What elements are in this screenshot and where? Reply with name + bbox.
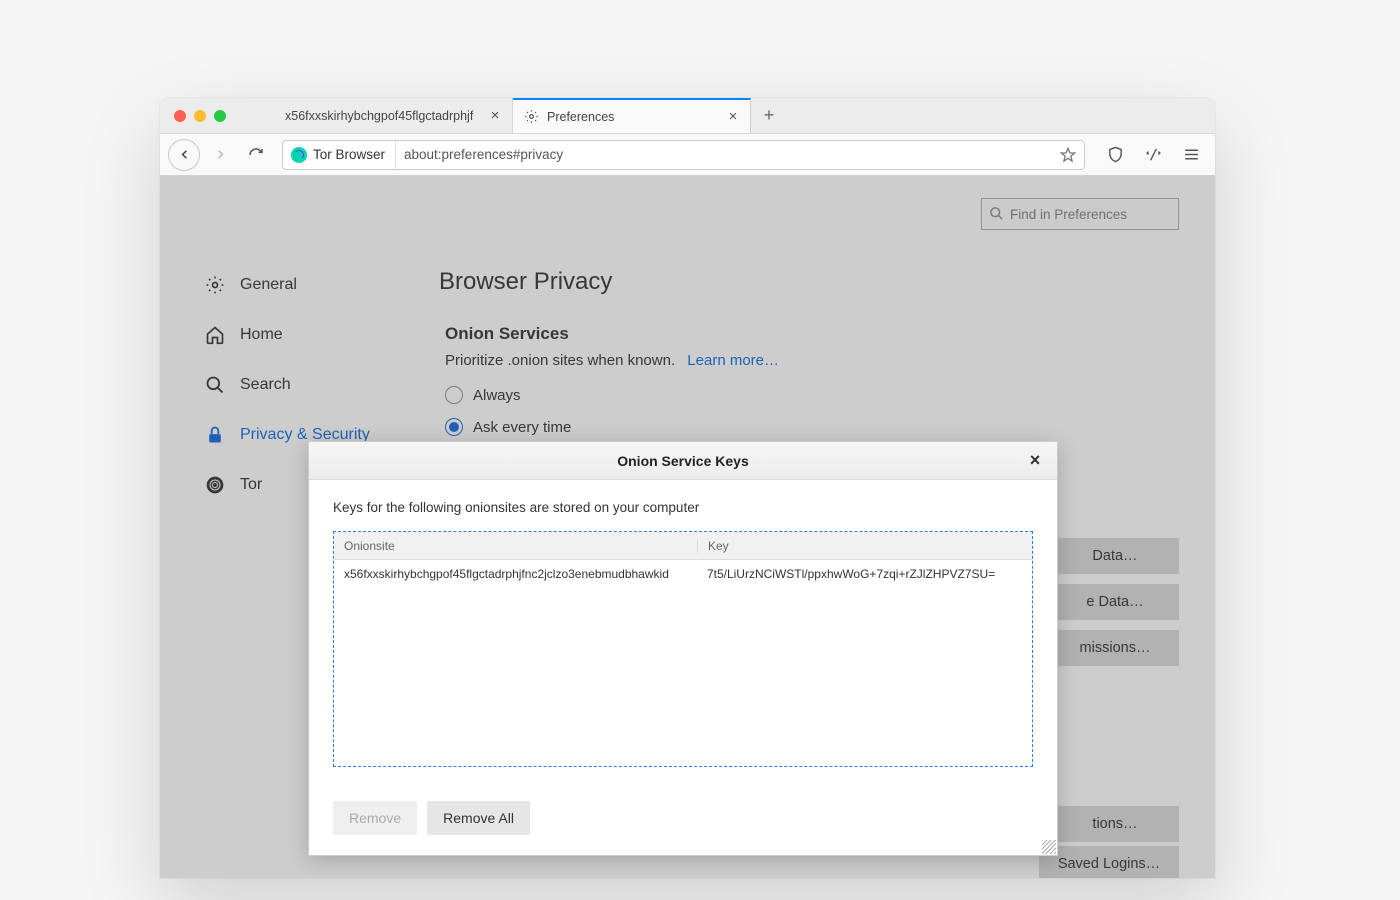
tor-onion-icon (291, 147, 307, 163)
new-tab-button[interactable]: + (751, 98, 787, 133)
bookmark-star-icon[interactable] (1060, 147, 1076, 163)
forward-button[interactable] (204, 139, 236, 171)
shield-icon[interactable] (1099, 139, 1131, 171)
remove-button[interactable]: Remove (333, 801, 417, 835)
url-text: about:preferences#privacy (404, 147, 563, 162)
cell-onionsite: x56fxxskirhybchgpof45flgctadrphjfnc2jclz… (334, 567, 697, 581)
dialog-title: Onion Service Keys (617, 453, 749, 469)
table-row[interactable]: x56fxxskirhybchgpof45flgctadrphjfnc2jclz… (334, 560, 1032, 588)
dialog-description: Keys for the following onionsites are st… (333, 500, 1033, 515)
url-bar[interactable]: Tor Browser about:preferences#privacy (282, 140, 1085, 170)
titlebar: x56fxxskirhybchgpof45flgctadrphjf × Pref… (160, 98, 1215, 134)
close-icon[interactable]: × (1025, 450, 1045, 470)
security-level-icon[interactable] (1137, 139, 1169, 171)
tab-preferences[interactable]: Preferences × (513, 98, 751, 133)
identity-label: Tor Browser (313, 147, 385, 162)
resize-handle-icon[interactable] (1042, 840, 1056, 854)
onion-service-keys-dialog: Onion Service Keys × Keys for the follow… (308, 441, 1058, 856)
window-controls (160, 98, 240, 133)
column-key[interactable]: Key (697, 539, 1032, 553)
table-header: Onionsite Key (334, 532, 1032, 560)
close-window-icon[interactable] (174, 110, 186, 122)
minimize-window-icon[interactable] (194, 110, 206, 122)
keys-table[interactable]: Onionsite Key x56fxxskirhybchgpof45flgct… (333, 531, 1033, 767)
tab-title: x56fxxskirhybchgpof45flgctadrphjf (285, 109, 480, 123)
zoom-window-icon[interactable] (214, 110, 226, 122)
navigation-toolbar: Tor Browser about:preferences#privacy (160, 134, 1215, 176)
dialog-footer: Remove Remove All (309, 783, 1057, 855)
urlbar-action-icons (1060, 147, 1076, 163)
identity-box[interactable]: Tor Browser (291, 141, 396, 169)
toolbar-right (1095, 139, 1207, 171)
content-area: General Home Search Privacy & Security T… (160, 176, 1215, 878)
tab-onionsite[interactable]: x56fxxskirhybchgpof45flgctadrphjf × (275, 98, 513, 133)
browser-window: x56fxxskirhybchgpof45flgctadrphjf × Pref… (160, 98, 1215, 878)
column-onionsite[interactable]: Onionsite (334, 539, 697, 553)
close-tab-icon[interactable]: × (488, 109, 502, 123)
dialog-body: Keys for the following onionsites are st… (309, 480, 1057, 783)
tab-strip: x56fxxskirhybchgpof45flgctadrphjf × Pref… (275, 98, 787, 133)
close-tab-icon[interactable]: × (726, 110, 740, 124)
hamburger-menu-icon[interactable] (1175, 139, 1207, 171)
remove-all-button[interactable]: Remove All (427, 801, 530, 835)
cell-key: 7t5/LiUrzNCiWSTl/ppxhwWoG+7zqi+rZJlZHPVZ… (697, 567, 1032, 581)
reload-button[interactable] (240, 139, 272, 171)
dialog-header: Onion Service Keys × (309, 442, 1057, 480)
back-button[interactable] (168, 139, 200, 171)
tab-title: Preferences (547, 110, 718, 124)
gear-icon (523, 109, 539, 125)
